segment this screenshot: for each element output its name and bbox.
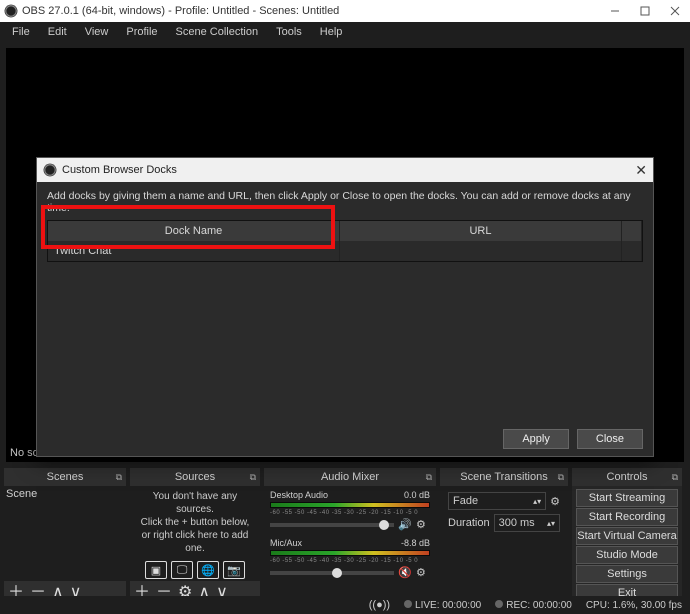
dialog-close-button[interactable]: ✕: [635, 162, 647, 179]
mixer-header: Audio Mixer⧉: [264, 468, 436, 486]
table-row[interactable]: Twitch Chat: [48, 241, 642, 261]
menu-view[interactable]: View: [77, 24, 117, 40]
popout-icon[interactable]: ⧉: [116, 472, 122, 483]
dock-remove-cell[interactable]: [622, 241, 642, 261]
minimize-button[interactable]: [600, 0, 630, 22]
menu-edit[interactable]: Edit: [40, 24, 75, 40]
duration-input[interactable]: 300 ms▴▾: [494, 514, 560, 532]
start-streaming-button[interactable]: Start Streaming: [576, 489, 678, 507]
studio-mode-button[interactable]: Studio Mode: [576, 546, 678, 564]
col-dock-name: Dock Name: [48, 221, 340, 241]
menu-tools[interactable]: Tools: [268, 24, 310, 40]
menu-help[interactable]: Help: [312, 24, 351, 40]
controls-header: Controls⧉: [572, 468, 682, 486]
apply-button[interactable]: Apply: [503, 429, 569, 449]
speaker-muted-icon[interactable]: 🔇: [398, 566, 412, 580]
docks-table: Dock Name URL Twitch Chat: [47, 220, 643, 262]
camera-source-icon: 📷: [223, 561, 245, 579]
col-url: URL: [340, 221, 622, 241]
image-source-icon: ▣: [145, 561, 167, 579]
gear-icon[interactable]: ⚙: [416, 566, 430, 580]
statusbar: ((●)) LIVE: 00:00:00 REC: 00:00:00 CPU: …: [0, 596, 690, 614]
popout-icon[interactable]: ⧉: [250, 472, 256, 483]
popout-icon[interactable]: ⧉: [558, 472, 564, 483]
transitions-header: Scene Transitions⧉: [440, 468, 568, 486]
close-button[interactable]: [660, 0, 690, 22]
col-remove: [622, 221, 642, 241]
volume-slider[interactable]: [270, 523, 394, 527]
start-recording-button[interactable]: Start Recording: [576, 508, 678, 526]
globe-source-icon: 🌐: [197, 561, 219, 579]
start-virtual-camera-button[interactable]: Start Virtual Camera: [576, 527, 678, 545]
window-title: OBS 27.0.1 (64-bit, windows) - Profile: …: [22, 5, 339, 17]
dialog-title: Custom Browser Docks: [62, 164, 177, 176]
dock-name-cell[interactable]: Twitch Chat: [48, 241, 340, 261]
obs-logo-icon: [43, 163, 57, 177]
obs-logo-icon: [4, 4, 18, 18]
maximize-button[interactable]: [630, 0, 660, 22]
custom-browser-docks-dialog: Custom Browser Docks ✕ Add docks by givi…: [36, 157, 654, 457]
menu-scene-collection[interactable]: Scene Collection: [168, 24, 267, 40]
close-dialog-button[interactable]: Close: [577, 429, 643, 449]
live-dot-icon: [404, 600, 412, 608]
popout-icon[interactable]: ⧉: [426, 472, 432, 483]
scenes-header: Scenes⧉: [4, 468, 126, 486]
gear-icon[interactable]: ⚙: [550, 495, 560, 508]
stream-signal-icon: ((●)): [369, 599, 390, 611]
audio-meter: [270, 550, 430, 556]
display-source-icon: 🖵: [171, 561, 193, 579]
menu-profile[interactable]: Profile: [118, 24, 165, 40]
gear-icon[interactable]: ⚙: [416, 518, 430, 532]
dock-url-cell[interactable]: [340, 241, 622, 261]
dialog-hint: Add docks by giving them a name and URL,…: [47, 190, 643, 214]
sources-list[interactable]: You don't have any sources. Click the + …: [130, 486, 260, 581]
rec-dot-icon: [495, 600, 503, 608]
window-titlebar: OBS 27.0.1 (64-bit, windows) - Profile: …: [0, 0, 690, 22]
menubar: File Edit View Profile Scene Collection …: [0, 22, 690, 42]
menu-file[interactable]: File: [4, 24, 38, 40]
transition-select[interactable]: Fade▴▾: [448, 492, 546, 510]
volume-slider[interactable]: [270, 571, 394, 575]
duration-label: Duration: [448, 517, 490, 529]
cpu-label: CPU: 1.6%, 30.00 fps: [586, 600, 682, 611]
speaker-icon[interactable]: 🔊: [398, 518, 412, 532]
sources-header: Sources⧉: [130, 468, 260, 486]
settings-button[interactable]: Settings: [576, 565, 678, 583]
dialog-titlebar: Custom Browser Docks ✕: [37, 158, 653, 182]
popout-icon[interactable]: ⧉: [672, 472, 678, 483]
audio-meter: [270, 502, 430, 508]
mixer-channel: Desktop Audio0.0 dB -60 -55 -50 -45 -40 …: [266, 488, 434, 536]
mixer-channel: Mic/Aux-8.8 dB -60 -55 -50 -45 -40 -35 -…: [266, 536, 434, 584]
